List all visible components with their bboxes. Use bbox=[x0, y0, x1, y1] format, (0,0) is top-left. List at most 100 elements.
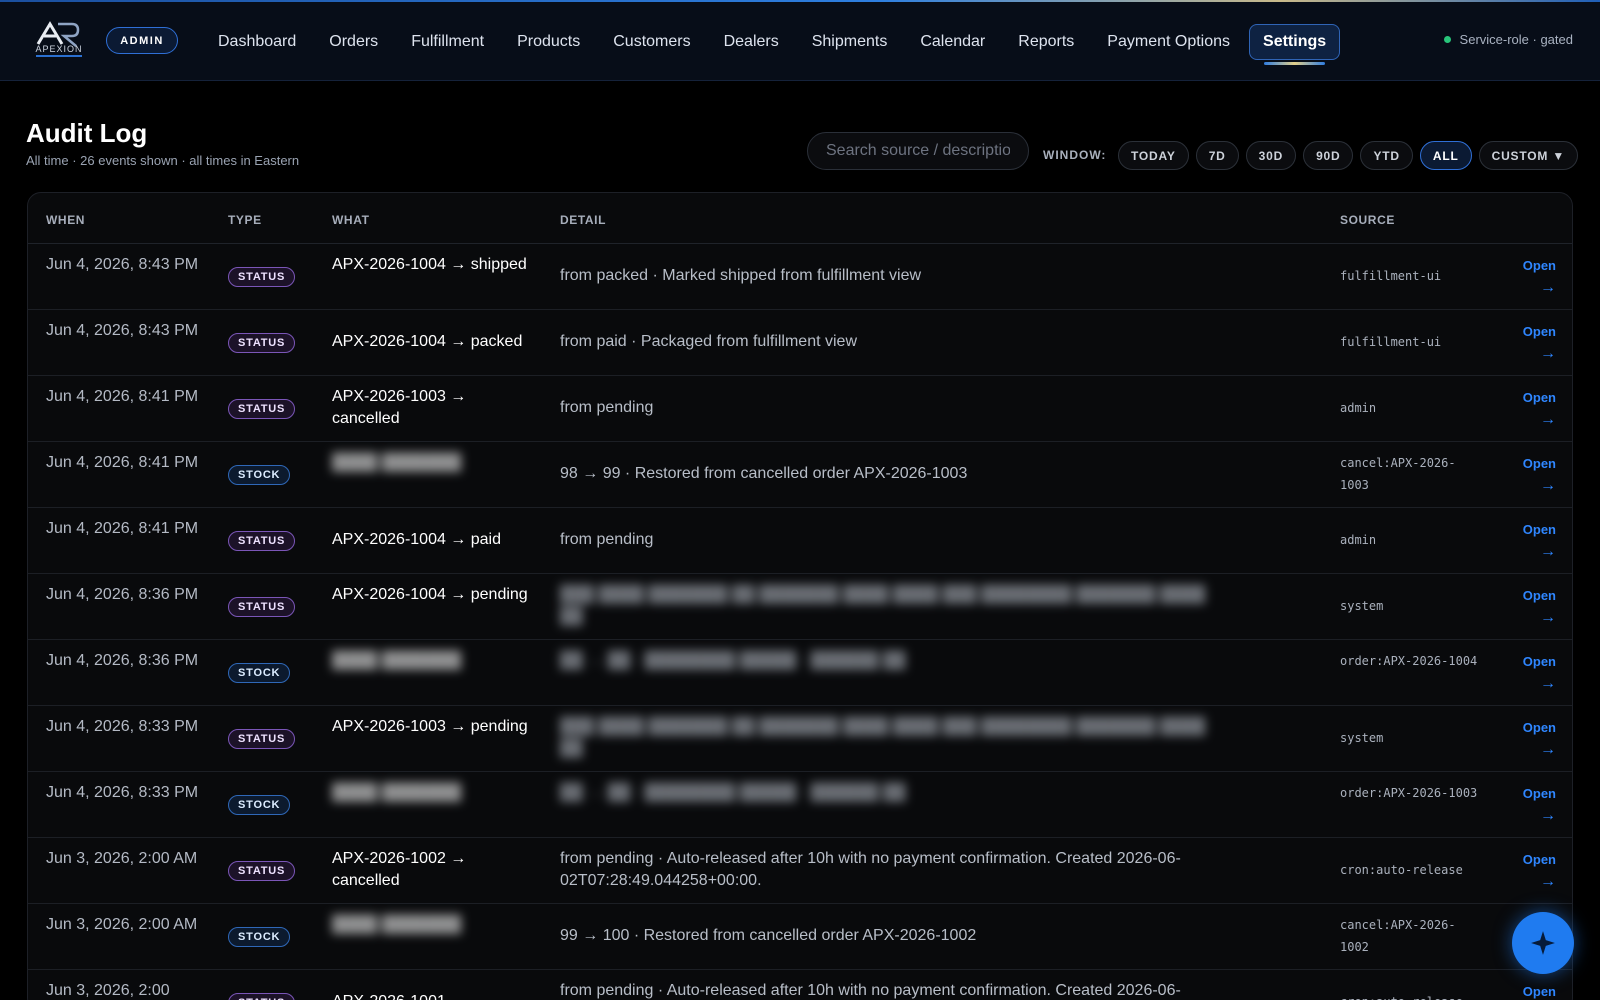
open-link-label[interactable]: Open bbox=[1516, 256, 1556, 276]
open-link-label[interactable]: Open bbox=[1516, 718, 1556, 738]
type-badge: STOCK bbox=[228, 663, 291, 683]
open-link[interactable]: Open→ bbox=[1516, 850, 1556, 894]
open-link[interactable]: Open→ bbox=[1516, 388, 1556, 432]
status-dot-icon bbox=[1443, 36, 1451, 43]
arrow-right-icon[interactable]: → bbox=[1516, 606, 1556, 630]
open-link-label[interactable]: Open bbox=[1516, 388, 1556, 408]
row-what: APX-2026-1001 → bbox=[332, 991, 552, 1000]
search-input[interactable] bbox=[807, 132, 1029, 170]
row-type: STATUS bbox=[228, 267, 296, 287]
chip-30d[interactable]: 30D bbox=[1245, 141, 1297, 170]
row-when: Jun 4, 2026, 8:33 PM bbox=[46, 784, 199, 801]
open-link[interactable]: Open→ bbox=[1516, 652, 1556, 696]
open-link[interactable]: Open→ bbox=[1516, 322, 1556, 366]
arrow-right-icon[interactable]: → bbox=[1516, 540, 1556, 564]
row-source: cancel:APX-2026-1002 bbox=[1340, 918, 1456, 954]
assistant-fab-button[interactable] bbox=[1512, 912, 1574, 974]
row-type: STATUS bbox=[228, 597, 296, 617]
open-link[interactable]: Open→ bbox=[1516, 982, 1556, 1000]
table-row[interactable]: Jun 4, 2026, 8:36 PM STOCK ████ ███████ ██ … bbox=[28, 640, 1572, 706]
row-detail: from pending bbox=[560, 399, 654, 416]
open-link-label[interactable]: Open bbox=[1516, 784, 1556, 804]
table-row[interactable]: Jun 4, 2026, 8:43 PM STATUS APX-2026-1004 … bbox=[28, 310, 1572, 376]
col-type[interactable]: TYPE bbox=[228, 213, 262, 227]
open-link-label[interactable]: Open bbox=[1516, 652, 1556, 672]
arrow-right-icon[interactable]: → bbox=[1516, 870, 1556, 894]
table-row[interactable]: Jun 3, 2026, 2:00 STATUS APX-2026-1001 → fr… bbox=[28, 970, 1572, 1000]
row-what: APX-2026-1002 → cancelled bbox=[332, 850, 467, 889]
open-link[interactable]: Open→ bbox=[1516, 454, 1556, 498]
table-row[interactable]: Jun 4, 2026, 8:33 PM STATUS APX-2026-1003 … bbox=[28, 706, 1572, 772]
nav-payment-options[interactable]: Payment Options bbox=[1093, 24, 1244, 60]
sparkle-icon bbox=[1531, 931, 1555, 955]
table-row[interactable]: Jun 4, 2026, 8:41 PM STOCK ████ ███████ 98 … bbox=[28, 442, 1572, 508]
open-link-label[interactable]: Open bbox=[1516, 850, 1556, 870]
row-what: ████ ███████ bbox=[332, 454, 462, 471]
row-detail: 99 → 100 · Restored from cancelled order… bbox=[560, 927, 977, 944]
nav-dashboard[interactable]: Dashboard bbox=[204, 24, 310, 60]
chip-90d[interactable]: 90D bbox=[1303, 141, 1354, 170]
row-what: APX-2026-1003 → cancelled bbox=[332, 388, 467, 427]
open-link-label[interactable]: Open bbox=[1516, 982, 1556, 1000]
row-type: STATUS bbox=[228, 993, 296, 1000]
open-link[interactable]: Open→ bbox=[1516, 586, 1556, 630]
row-what: ████ ███████ bbox=[332, 916, 462, 933]
row-type: STATUS bbox=[228, 531, 296, 551]
row-source: cancel:APX-2026-1003 bbox=[1340, 456, 1456, 492]
row-detail: 98 → 99 · Restored from cancelled order … bbox=[560, 465, 968, 482]
nav-calendar[interactable]: Calendar bbox=[906, 24, 999, 60]
row-detail: from packed · Marked shipped from fulfil… bbox=[560, 267, 922, 284]
type-badge: STOCK bbox=[228, 795, 291, 815]
table-row[interactable]: Jun 4, 2026, 8:41 PM STATUS APX-2026-1003 … bbox=[28, 376, 1572, 442]
row-type: STATUS bbox=[228, 333, 296, 353]
row-source: fulfillment-ui bbox=[1340, 335, 1442, 349]
row-type: STOCK bbox=[228, 795, 291, 815]
open-link-label[interactable]: Open bbox=[1516, 454, 1556, 474]
arrow-right-icon[interactable]: → bbox=[1516, 804, 1556, 828]
nav-orders[interactable]: Orders bbox=[315, 24, 392, 60]
nav-dealers[interactable]: Dealers bbox=[710, 24, 793, 60]
nav-customers[interactable]: Customers bbox=[599, 24, 704, 60]
col-when[interactable]: WHEN bbox=[46, 213, 85, 227]
nav-settings[interactable]: Settings bbox=[1249, 24, 1341, 65]
open-link[interactable]: Open→ bbox=[1516, 520, 1556, 564]
arrow-right-icon[interactable]: → bbox=[1516, 672, 1556, 696]
logo-underline bbox=[36, 55, 82, 57]
open-link[interactable]: Open→ bbox=[1516, 784, 1556, 828]
open-link[interactable]: Open→ bbox=[1516, 718, 1556, 762]
row-when: Jun 3, 2026, 2:00 AM bbox=[46, 850, 198, 867]
type-badge: STATUS bbox=[228, 729, 296, 749]
table-row[interactable]: Jun 4, 2026, 8:33 PM STOCK ████ ███████ ██ … bbox=[28, 772, 1572, 838]
open-link-label[interactable]: Open bbox=[1516, 520, 1556, 540]
nav-fulfillment[interactable]: Fulfillment bbox=[397, 24, 498, 60]
arrow-right-icon[interactable]: → bbox=[1516, 738, 1556, 762]
table-row[interactable]: Jun 3, 2026, 2:00 AM STATUS APX-2026-1002 … bbox=[28, 838, 1572, 904]
table-row[interactable]: Jun 4, 2026, 8:43 PM STATUS APX-2026-1004 … bbox=[28, 244, 1572, 310]
row-type: STATUS bbox=[228, 399, 296, 419]
chip-ytd[interactable]: YTD bbox=[1360, 141, 1413, 170]
open-link-label[interactable]: Open bbox=[1516, 322, 1556, 342]
arrow-right-icon[interactable]: → bbox=[1516, 474, 1556, 498]
table-row[interactable]: Jun 4, 2026, 8:36 PM STATUS APX-2026-1004 … bbox=[28, 574, 1572, 640]
table-row[interactable]: Jun 4, 2026, 8:41 PM STATUS APX-2026-1004 … bbox=[28, 508, 1572, 574]
type-badge: STATUS bbox=[228, 399, 296, 419]
arrow-right-icon[interactable]: → bbox=[1516, 408, 1556, 432]
row-type: STOCK bbox=[228, 465, 291, 485]
chip-today[interactable]: TODAY bbox=[1118, 141, 1189, 170]
col-what[interactable]: WHAT bbox=[332, 213, 370, 227]
open-link[interactable]: Open→ bbox=[1516, 256, 1556, 300]
apexion-logo[interactable]: APEXION bbox=[28, 20, 90, 58]
col-source[interactable]: SOURCE bbox=[1340, 213, 1395, 227]
open-link-label[interactable]: Open bbox=[1516, 586, 1556, 606]
nav-reports[interactable]: Reports bbox=[1004, 24, 1088, 60]
nav-products[interactable]: Products bbox=[503, 24, 594, 60]
nav-shipments[interactable]: Shipments bbox=[798, 24, 902, 60]
col-detail[interactable]: DETAIL bbox=[560, 213, 606, 227]
arrow-right-icon[interactable]: → bbox=[1516, 342, 1556, 366]
chip-custom-dropdown[interactable]: CUSTOM ▼ bbox=[1478, 141, 1579, 170]
row-source: cron:auto-release bbox=[1340, 991, 1480, 1000]
table-row[interactable]: Jun 3, 2026, 2:00 AM STOCK ████ ███████ 99 … bbox=[28, 904, 1572, 970]
chip-7d[interactable]: 7D bbox=[1195, 141, 1239, 170]
chip-all[interactable]: ALL bbox=[1419, 141, 1472, 170]
arrow-right-icon[interactable]: → bbox=[1516, 276, 1556, 300]
